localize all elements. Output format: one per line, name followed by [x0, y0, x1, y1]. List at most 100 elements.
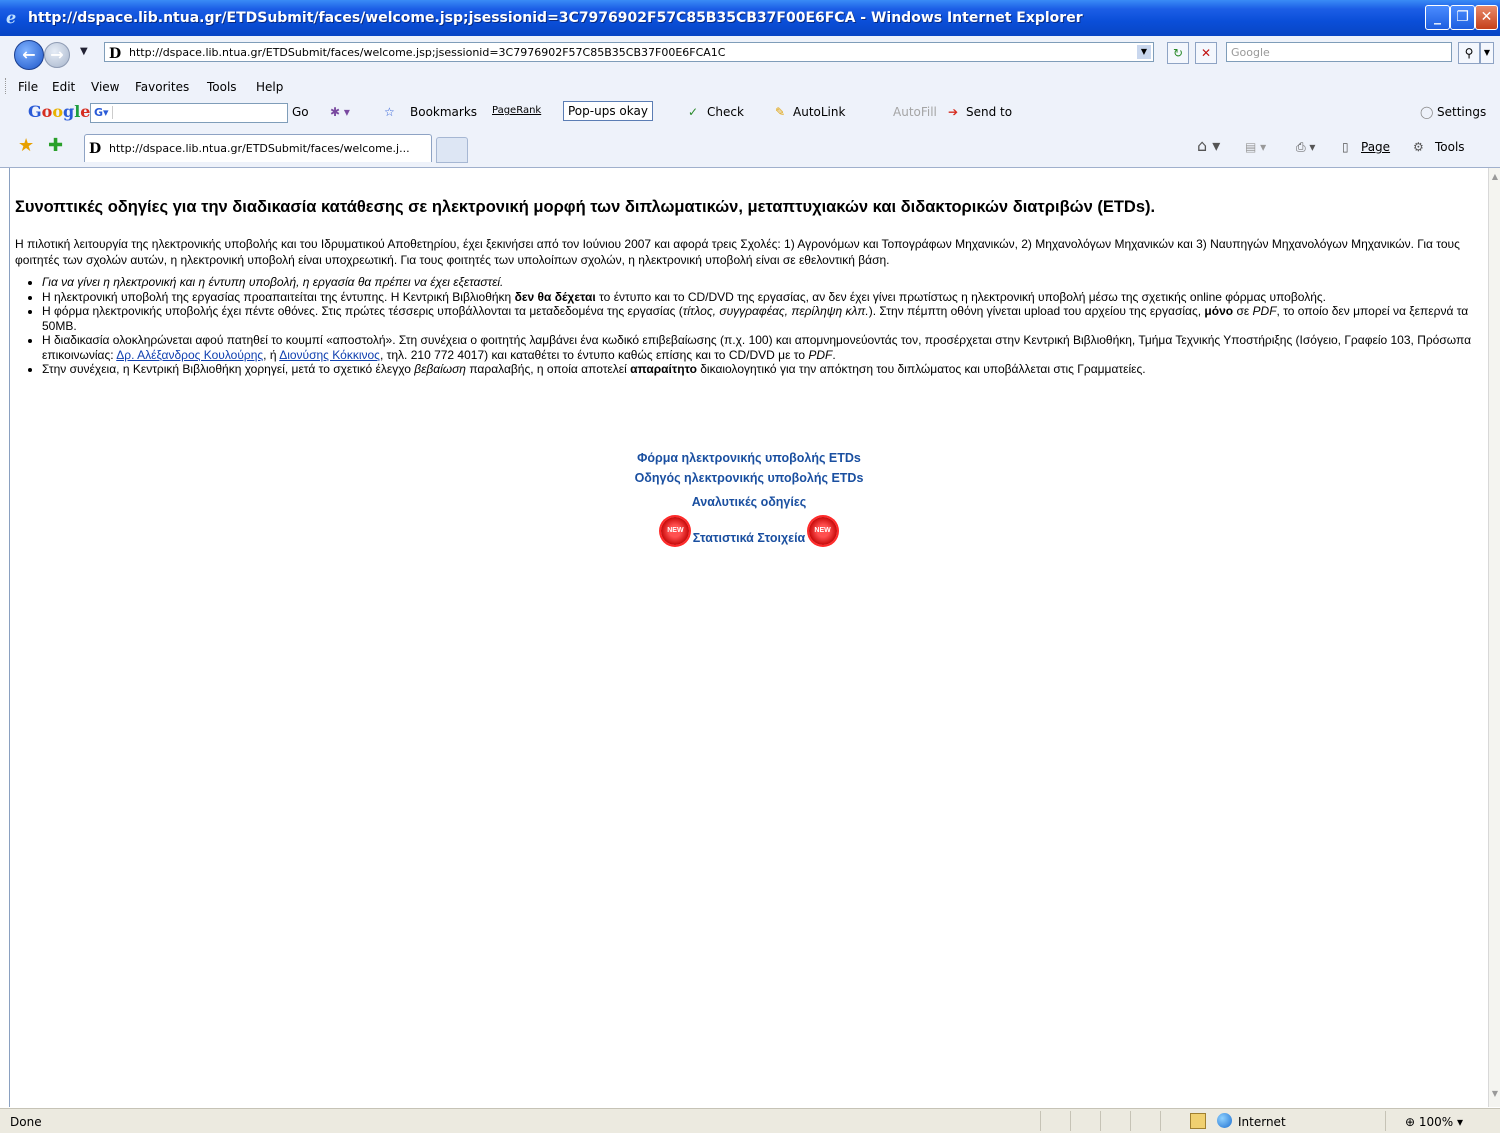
protected-mode-icon[interactable]: [1190, 1113, 1206, 1129]
forward-button[interactable]: →: [44, 42, 70, 68]
popup-blocker-button[interactable]: Pop-ups okay: [563, 101, 653, 121]
bookmarks-button[interactable]: Bookmarks: [410, 105, 477, 119]
statistics-link[interactable]: Στατιστικά Στοιχεία: [693, 531, 805, 545]
bookmarks-star-icon: ☆: [384, 105, 395, 119]
tools-gear-icon: ⚙: [1413, 140, 1424, 154]
page-menu-button[interactable]: Page: [1361, 140, 1390, 154]
zoom-value: 100%: [1418, 1115, 1454, 1129]
internet-zone-icon: [1217, 1113, 1232, 1128]
google-toolbar: Google G▾ Go ✱ ▾ ☆ Bookmarks PageRank Po…: [0, 99, 1500, 128]
history-dropdown-icon[interactable]: ▼: [80, 46, 88, 57]
search-input[interactable]: Google: [1226, 42, 1452, 62]
restore-button[interactable]: ❐: [1450, 5, 1475, 30]
bullet-emphasis: απαραίτητο: [630, 362, 697, 376]
dspace-favicon-icon: D: [109, 46, 122, 62]
search-options-icon[interactable]: ▼: [1480, 42, 1494, 64]
tools-menu-button[interactable]: Tools: [1435, 140, 1465, 154]
search-icon[interactable]: ⚲: [1458, 42, 1480, 64]
google-search-input[interactable]: G▾: [90, 103, 288, 123]
status-divider: [1385, 1111, 1386, 1131]
bullet-text: Για να γίνει η ηλεκτρονική και η έντυπη …: [42, 275, 504, 289]
menu-view[interactable]: View: [91, 80, 119, 94]
bullet-emphasis: βεβαίωση: [414, 362, 466, 376]
submission-form-link[interactable]: Φόρμα ηλεκτρονικής υποβολής ETDs: [10, 451, 1488, 465]
menu-favorites[interactable]: Favorites: [135, 80, 189, 94]
toolbar-grip: [5, 78, 8, 94]
status-divider: [1100, 1111, 1101, 1131]
list-item: Στην συνέχεια, η Κεντρική Βιβλιοθήκη χορ…: [42, 362, 1492, 377]
status-bar: Done Internet ⊕ 100% ▾: [0, 1108, 1500, 1133]
scroll-down-icon[interactable]: ▼: [1490, 1089, 1500, 1103]
address-input[interactable]: D http://dspace.lib.ntua.gr/ETDSubmit/fa…: [104, 42, 1154, 62]
ie-icon: ℯ: [6, 8, 17, 27]
list-item: Η διαδικασία ολοκληρώνεται αφού πατηθεί …: [42, 333, 1492, 362]
menu-file[interactable]: File: [18, 80, 38, 94]
spellcheck-icon: ✓: [688, 105, 699, 119]
bullet-text: δικαιολογητικό για την απόκτηση του διπλ…: [696, 362, 1146, 376]
bullet-text: , ή: [263, 347, 280, 362]
settings-button[interactable]: Settings: [1437, 105, 1486, 119]
refresh-button[interactable]: ↻: [1167, 42, 1189, 64]
list-item: Για να γίνει η ηλεκτρονική και η έντυπη …: [42, 275, 1492, 290]
minimize-button[interactable]: _: [1425, 5, 1450, 30]
google-go-button[interactable]: Go: [292, 105, 309, 119]
new-badge-icon: NEW: [808, 517, 837, 545]
zoom-icon: ⊕: [1405, 1115, 1416, 1129]
status-divider: [1070, 1111, 1071, 1131]
new-tab-button[interactable]: [436, 137, 468, 163]
home-icon[interactable]: ⌂ ▾: [1197, 136, 1220, 155]
page-icon: ▯: [1342, 140, 1349, 154]
google-options-icon[interactable]: ✱ ▾: [330, 105, 350, 119]
menu-tools[interactable]: Tools: [207, 80, 237, 94]
bullet-text: Στην συνέχεια, η Κεντρική Βιβλιοθήκη χορ…: [42, 362, 415, 376]
tab-active[interactable]: D http://dspace.lib.ntua.gr/ETDSubmit/fa…: [84, 134, 432, 162]
zoom-level[interactable]: ⊕ 100% ▾: [1405, 1115, 1463, 1129]
autolink-button[interactable]: AutoLink: [793, 105, 845, 119]
menu-edit[interactable]: Edit: [52, 80, 75, 94]
contact-link-koulouris[interactable]: Δρ. Αλέξανδρος Κουλούρης: [116, 348, 263, 362]
sendto-icon: ➔: [948, 105, 959, 119]
sendto-button[interactable]: Send to: [966, 105, 1012, 119]
intro-paragraph: Η πιλοτική λειτουργία της ηλεκτρονικής υ…: [15, 237, 1460, 267]
bullet-emphasis: τίτλος, συγγραφέας, περίληψη κλπ.: [682, 304, 869, 318]
pagerank-button[interactable]: PageRank: [492, 105, 541, 116]
window-titlebar: ℯ http://dspace.lib.ntua.gr/ETDSubmit/fa…: [0, 0, 1500, 36]
bullet-text: .: [832, 347, 836, 362]
bullet-text: Η ηλεκτρονική υποβολή της εργασίας προαπ…: [42, 289, 515, 304]
vertical-scrollbar[interactable]: ▲ ▼: [1488, 168, 1500, 1107]
detailed-instructions-link[interactable]: Αναλυτικές οδηγίες: [10, 495, 1488, 509]
settings-icon: ◯: [1420, 105, 1434, 119]
stop-button[interactable]: ✕: [1195, 42, 1217, 64]
close-button[interactable]: ✕: [1475, 5, 1498, 30]
bullet-text: , τηλ. 210 772 4017) και καταθέτει το έν…: [379, 347, 809, 362]
statistics-row: NEW Στατιστικά Στοιχεία NEW: [10, 517, 1488, 545]
security-zone-label: Internet: [1238, 1115, 1286, 1129]
favorites-star-icon[interactable]: ★: [18, 135, 34, 156]
bullet-emphasis: PDF: [1252, 304, 1277, 318]
feeds-icon[interactable]: ▤ ▾: [1245, 140, 1266, 154]
scroll-up-icon[interactable]: ▲: [1490, 172, 1500, 186]
page-title: Συνοπτικές οδηγίες για την διαδικασία κα…: [15, 198, 1156, 216]
address-url: http://dspace.lib.ntua.gr/ETDSubmit/face…: [129, 46, 726, 59]
action-links: Φόρμα ηλεκτρονικής υποβολής ETDs Οδηγός …: [10, 451, 1488, 545]
check-button[interactable]: Check: [707, 105, 744, 119]
bullet-text: παραλαβής, η οποία αποτελεί: [465, 362, 631, 376]
address-dropdown-icon[interactable]: ▼: [1137, 45, 1151, 59]
bullet-text: ). Στην πέμπτη οθόνη γίνεται upload του …: [868, 304, 1205, 318]
submission-guide-link[interactable]: Οδηγός ηλεκτρονικής υποβολής ETDs: [10, 471, 1488, 485]
page-content: Συνοπτικές οδηγίες για την διαδικασία κα…: [9, 168, 1488, 1107]
back-button[interactable]: ←: [14, 40, 44, 70]
bullet-text: σε: [1233, 304, 1253, 318]
bullet-emphasis: PDF: [808, 347, 833, 362]
status-divider: [1130, 1111, 1131, 1131]
list-item: Η ηλεκτρονική υποβολή της εργασίας προαπ…: [42, 290, 1492, 305]
autofill-button[interactable]: AutoFill: [893, 105, 937, 119]
add-favorite-icon[interactable]: ✚: [48, 135, 63, 156]
bullet-text: το έντυπο και το CD/DVD της εργασίας, αν…: [595, 289, 1326, 304]
dspace-favicon-icon: D: [89, 141, 102, 157]
google-logo: Google: [28, 102, 91, 121]
print-icon[interactable]: ⎙ ▾: [1296, 140, 1315, 155]
contact-link-kokkinos[interactable]: Διονύσης Κόκκινος: [279, 348, 380, 362]
instructions-list: Για να γίνει η ηλεκτρονική και η έντυπη …: [15, 275, 1492, 377]
menu-help[interactable]: Help: [256, 80, 283, 94]
